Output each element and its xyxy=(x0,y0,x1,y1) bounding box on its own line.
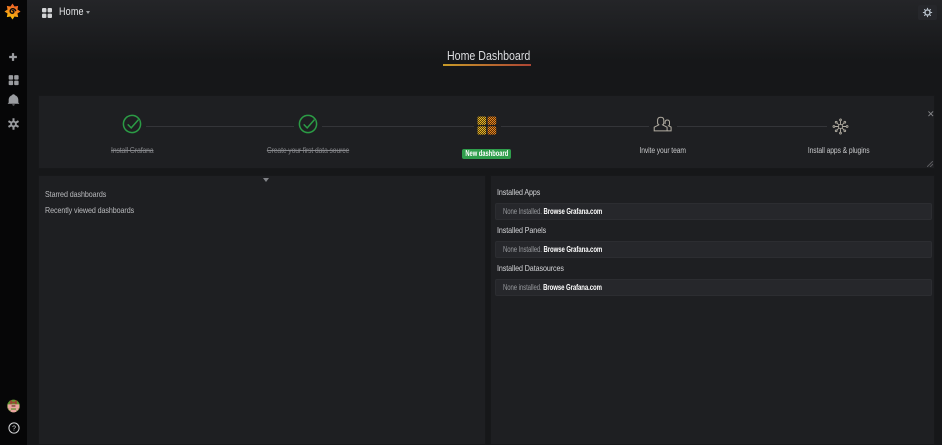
svg-text:?: ? xyxy=(12,425,16,432)
